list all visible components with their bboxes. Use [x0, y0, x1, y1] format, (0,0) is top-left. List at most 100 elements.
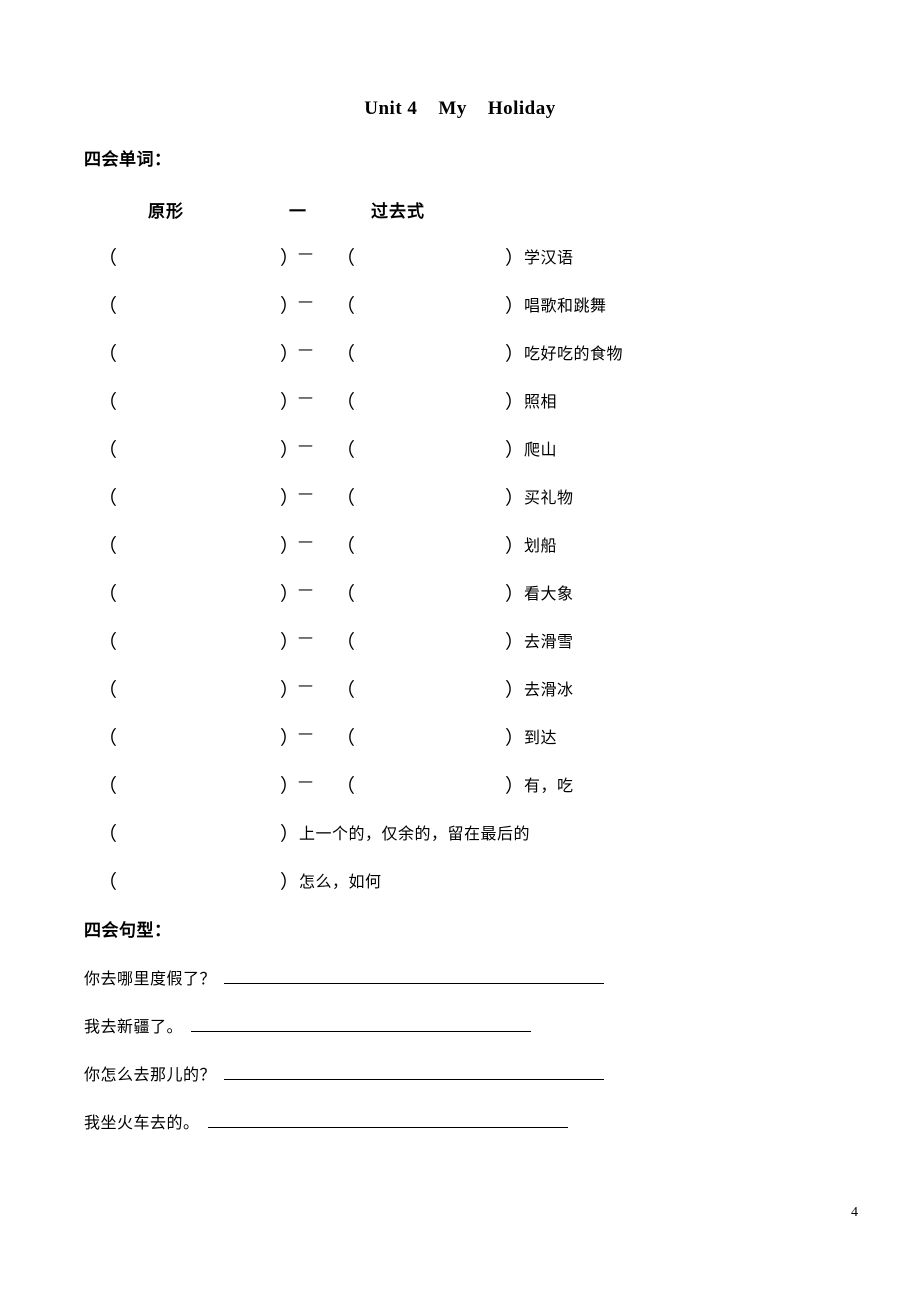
row-separator-dash: — — [298, 436, 313, 454]
word-row: （） — （）学汉语 — [0, 243, 920, 291]
past-form-blank-open-paren: （ — [336, 296, 356, 317]
base-form-blank-open-paren: （ — [98, 488, 118, 509]
base-form-blank-close-paren: ） — [280, 776, 300, 797]
word-row: （） — （）吃好吃的食物 — [0, 339, 920, 387]
word-meaning: 怎么，如何 — [299, 872, 382, 891]
row-separator-dash: — — [298, 484, 313, 502]
past-form-blank-close-paren: ） — [505, 680, 525, 701]
past-form-blank-open-paren: （ — [336, 248, 356, 269]
word-meaning: 去滑冰 — [524, 680, 574, 699]
word-row: （） — （）去滑冰 — [0, 675, 920, 723]
word-meaning: 吃好吃的食物 — [524, 344, 624, 363]
past-form-blank-close-paren: ） — [505, 488, 525, 509]
base-form-blank-close-paren: ） — [280, 632, 300, 653]
base-form-blank-close-paren: ） — [280, 248, 300, 269]
word-row: （） — （）爬山 — [0, 435, 920, 483]
word-row: （） — （）买礼物 — [0, 483, 920, 531]
row-separator-dash: — — [298, 292, 313, 310]
word-meaning: 划船 — [524, 536, 558, 555]
word-meaning: 到达 — [524, 728, 558, 747]
word-row: （ ）怎么，如何 — [0, 867, 920, 915]
base-form-blank-close-paren: ） — [280, 872, 300, 893]
sentence-prompt: 你去哪里度假了？ — [84, 969, 217, 988]
row-separator-dash: — — [298, 676, 313, 694]
base-form-blank-open-paren: （ — [98, 344, 118, 365]
base-form-blank-close-paren: ） — [280, 440, 300, 461]
word-row: （） — （）唱歌和跳舞 — [0, 291, 920, 339]
word-list: （） — （）学汉语（） — （）唱歌和跳舞（） — （）吃好吃的食物（） — （）照相（） — （… — [0, 243, 920, 915]
sentence-row: 你怎么去那儿的？ — [0, 1061, 920, 1109]
section-heading-sentences: 四会句型： — [84, 921, 172, 941]
past-form-blank-open-paren: （ — [336, 440, 356, 461]
row-separator-dash: — — [298, 772, 313, 790]
base-form-blank-close-paren: ） — [280, 392, 300, 413]
sentence-prompt: 你怎么去那儿的？ — [84, 1065, 217, 1084]
word-meaning: 学汉语 — [524, 248, 574, 267]
past-form-blank-open-paren: （ — [336, 536, 356, 557]
past-form-blank-close-paren: ） — [505, 632, 525, 653]
word-meaning: 看大象 — [524, 584, 574, 603]
base-form-blank-open-paren: （ — [98, 296, 118, 317]
word-meaning: 有，吃 — [524, 776, 574, 795]
word-row: （ ）上一个的，仅余的，留在最后的 — [0, 819, 920, 867]
base-form-blank-open-paren: （ — [98, 680, 118, 701]
sentence-row: 我去新疆了。 — [0, 1013, 920, 1061]
base-form-blank-close-paren: ） — [280, 536, 300, 557]
past-form-blank-open-paren: （ — [336, 344, 356, 365]
base-form-blank-open-paren: （ — [98, 440, 118, 461]
column-header-past-form: 过去式 — [371, 202, 425, 222]
page-title: Unit 4 My Holiday — [364, 98, 556, 119]
row-separator-dash: — — [298, 628, 313, 646]
sentence-answer-blank[interactable] — [224, 1064, 605, 1080]
past-form-blank-close-paren: ） — [505, 296, 525, 317]
base-form-blank-open-paren: （ — [98, 248, 118, 269]
past-form-blank-open-paren: （ — [336, 392, 356, 413]
sentence-answer-blank[interactable] — [207, 1112, 568, 1128]
past-form-blank-open-paren: （ — [336, 776, 356, 797]
base-form-blank-close-paren: ） — [280, 488, 300, 509]
sentence-row: 你去哪里度假了？ — [0, 965, 920, 1013]
base-form-blank-close-paren: ） — [280, 584, 300, 605]
column-header-base-form: 原形 — [148, 202, 184, 222]
base-form-blank-close-paren: ） — [280, 728, 300, 749]
row-separator-dash: — — [298, 580, 313, 598]
word-row: （） — （）去滑雪 — [0, 627, 920, 675]
base-form-blank-open-paren: （ — [98, 728, 118, 749]
base-form-blank-close-paren: ） — [280, 296, 300, 317]
row-separator-dash: — — [298, 532, 313, 550]
past-form-blank-close-paren: ） — [505, 440, 525, 461]
word-row: （） — （）照相 — [0, 387, 920, 435]
column-header-separator: 一 — [289, 202, 307, 222]
worksheet-page: Unit 4 My Holiday 四会单词： 原形 一 过去式 （） — （）学汉… — [0, 0, 920, 1302]
section-heading-words: 四会单词： — [84, 150, 172, 170]
word-meaning: 去滑雪 — [524, 632, 574, 651]
sentence-row: 我坐火车去的。 — [0, 1109, 920, 1157]
sentence-list: 你去哪里度假了？ 我去新疆了。你怎么去那儿的？ 我坐火车去的。 — [0, 965, 920, 1157]
past-form-blank-open-paren: （ — [336, 728, 356, 749]
page-number: 4 — [851, 1205, 858, 1220]
sentence-answer-blank[interactable] — [191, 1016, 532, 1032]
word-row: （） — （）看大象 — [0, 579, 920, 627]
base-form-blank-open-paren: （ — [98, 776, 118, 797]
row-separator-dash: — — [298, 388, 313, 406]
sentence-answer-blank[interactable] — [224, 968, 605, 984]
base-form-blank-open-paren: （ — [98, 536, 118, 557]
sentence-prompt: 我坐火车去的。 — [84, 1113, 200, 1132]
past-form-blank-open-paren: （ — [336, 632, 356, 653]
word-meaning: 爬山 — [524, 440, 558, 459]
word-row: （） — （）有，吃 — [0, 771, 920, 819]
word-meaning: 上一个的，仅余的，留在最后的 — [299, 824, 531, 843]
row-separator-dash: — — [298, 340, 313, 358]
past-form-blank-close-paren: ） — [505, 248, 525, 269]
word-row: （） — （）划船 — [0, 531, 920, 579]
past-form-blank-open-paren: （ — [336, 680, 356, 701]
word-row: （） — （）到达 — [0, 723, 920, 771]
word-meaning: 唱歌和跳舞 — [524, 296, 607, 315]
base-form-blank-close-paren: ） — [280, 344, 300, 365]
past-form-blank-close-paren: ） — [505, 536, 525, 557]
base-form-blank-open-paren: （ — [98, 584, 118, 605]
row-separator-dash: — — [298, 724, 313, 742]
word-meaning: 照相 — [524, 392, 558, 411]
past-form-blank-open-paren: （ — [336, 584, 356, 605]
base-form-blank-close-paren: ） — [280, 680, 300, 701]
